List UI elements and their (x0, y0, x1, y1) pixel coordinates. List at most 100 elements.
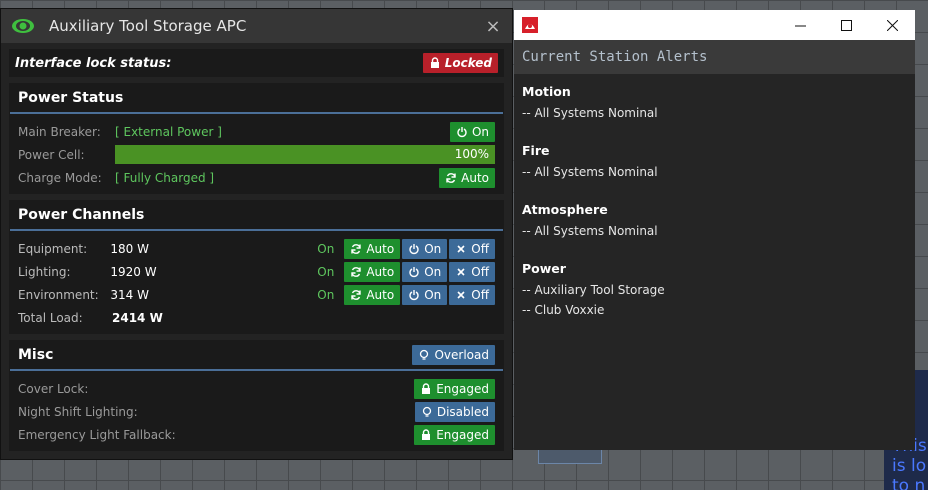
lock-icon (430, 57, 439, 68)
total-load-label: Total Load: (18, 310, 83, 325)
button-label: Off (471, 287, 489, 302)
channel-auto-button[interactable]: Auto (344, 284, 401, 305)
button-label: Auto (366, 241, 395, 256)
channel-state: On (317, 264, 335, 279)
power-icon (409, 266, 419, 277)
alert-group-power: Power -- Auxiliary Tool Storage -- Club … (522, 261, 907, 320)
alert-group-fire: Fire -- All Systems Nominal (522, 143, 907, 182)
alert-category: Motion (522, 84, 571, 99)
alert-group-motion: Motion -- All Systems Nominal (522, 84, 907, 123)
charge-mode-label: Charge Mode: (18, 170, 102, 185)
power-cell-percent: 100% (454, 147, 489, 161)
channel-row-lighting: Lighting: 1920 W On Auto On Off (18, 260, 495, 283)
button-label: Overload (434, 348, 489, 362)
alerts-titlebar[interactable] (514, 10, 915, 40)
app-icon (522, 17, 538, 33)
main-breaker-label: Main Breaker: (18, 124, 101, 139)
locked-label: Locked (444, 56, 492, 70)
misc-section: Misc Overload Cover Lock: Engaged Night … (9, 340, 504, 451)
power-channels-heading: Power Channels (10, 201, 503, 231)
apc-titlebar[interactable]: Auxiliary Tool Storage APC × (1, 9, 512, 43)
alert-group-atmosphere: Atmosphere -- All Systems Nominal (522, 202, 907, 241)
alert-category: Power (522, 261, 566, 276)
cover-lock-row: Cover Lock: Engaged (18, 377, 495, 400)
refresh-icon (351, 289, 362, 300)
minimize-icon[interactable] (777, 10, 823, 40)
alert-line: -- All Systems Nominal (522, 165, 658, 179)
power-status-heading: Power Status (10, 84, 503, 114)
alerts-header: Current Station Alerts (514, 40, 915, 74)
button-label: On (424, 264, 442, 279)
close-x-icon (457, 267, 465, 276)
alert-line: -- Auxiliary Tool Storage (522, 283, 665, 297)
close-x-icon (457, 290, 465, 299)
channel-row-equipment: Equipment: 180 W On Auto On Off (18, 237, 495, 260)
interface-lock-row: Interface lock status: Locked (9, 49, 504, 77)
lock-icon (422, 382, 431, 394)
channel-row-environment: Environment: 314 W On Auto On Off (18, 283, 495, 306)
alert-line: -- Club Voxxie (522, 303, 605, 317)
charge-mode-auto-button[interactable]: Auto (439, 167, 495, 188)
chat-line: is lo (892, 456, 927, 476)
channel-name: Lighting: (18, 264, 71, 279)
channel-name: Equipment: (18, 241, 88, 256)
alert-line: -- All Systems Nominal (522, 224, 658, 238)
button-label: Engaged (436, 381, 489, 396)
button-label: On (471, 124, 489, 139)
button-label: Off (471, 241, 489, 256)
power-cell-progress: 100% (115, 145, 495, 164)
emergency-light-button[interactable]: Engaged (414, 424, 495, 445)
cover-lock-button[interactable]: Engaged (414, 378, 495, 399)
charge-mode-row: Charge Mode: [ Fully Charged ] Auto (18, 166, 495, 189)
channel-on-button[interactable]: On (402, 284, 448, 305)
refresh-icon (446, 172, 456, 183)
maximize-icon[interactable] (823, 10, 869, 40)
overload-button[interactable]: Overload (412, 345, 495, 365)
refresh-icon (351, 266, 362, 277)
button-label: Auto (461, 170, 489, 185)
power-cell-fill (115, 145, 495, 164)
channel-load: 314 W (110, 287, 149, 302)
section-title: Power Status (18, 90, 124, 106)
channel-load: 1920 W (110, 264, 157, 279)
eye-icon (12, 19, 34, 33)
apc-title: Auxiliary Tool Storage APC (49, 17, 247, 35)
channel-on-button[interactable]: On (402, 238, 448, 259)
channel-auto-button[interactable]: Auto (344, 238, 401, 259)
power-icon (409, 243, 419, 254)
button-label: Auto (366, 287, 395, 302)
interface-lock-label: Interface lock status: (15, 55, 172, 71)
main-breaker-on-button[interactable]: On (449, 121, 495, 142)
channel-off-button[interactable]: Off (449, 238, 495, 259)
cover-lock-label: Cover Lock: (18, 381, 89, 396)
power-status-section: Power Status Main Breaker: [ External Po… (9, 83, 504, 194)
locked-button[interactable]: Locked (422, 53, 498, 73)
charge-mode-value: [ Fully Charged ] (115, 170, 215, 185)
alert-line: -- All Systems Nominal (522, 106, 658, 120)
emergency-light-label: Emergency Light Fallback: (18, 427, 176, 442)
button-label: Auto (366, 264, 395, 279)
lightbulb-icon (422, 406, 432, 417)
channel-off-button[interactable]: Off (449, 284, 495, 305)
channel-off-button[interactable]: Off (449, 261, 495, 282)
button-label: Disabled (436, 404, 489, 419)
power-icon (457, 126, 467, 137)
refresh-icon (351, 243, 362, 254)
section-title: Misc (18, 347, 54, 363)
button-label: Engaged (436, 427, 489, 442)
channel-on-button[interactable]: On (402, 261, 448, 282)
apc-window: Auxiliary Tool Storage APC × Interface l… (0, 8, 513, 460)
main-breaker-value: [ External Power ] (115, 124, 222, 139)
button-label: On (424, 287, 442, 302)
night-shift-label: Night Shift Lighting: (18, 404, 138, 419)
window-close-icon[interactable] (869, 10, 915, 40)
lightbulb-icon (420, 349, 429, 360)
alert-category: Fire (522, 143, 550, 158)
close-icon[interactable]: × (484, 16, 502, 37)
close-x-icon (457, 244, 465, 253)
night-shift-button[interactable]: Disabled (414, 401, 495, 422)
alerts-list: Motion -- All Systems Nominal Fire -- Al… (514, 74, 915, 350)
channel-state: On (317, 287, 335, 302)
power-icon (409, 289, 419, 300)
channel-auto-button[interactable]: Auto (344, 261, 401, 282)
